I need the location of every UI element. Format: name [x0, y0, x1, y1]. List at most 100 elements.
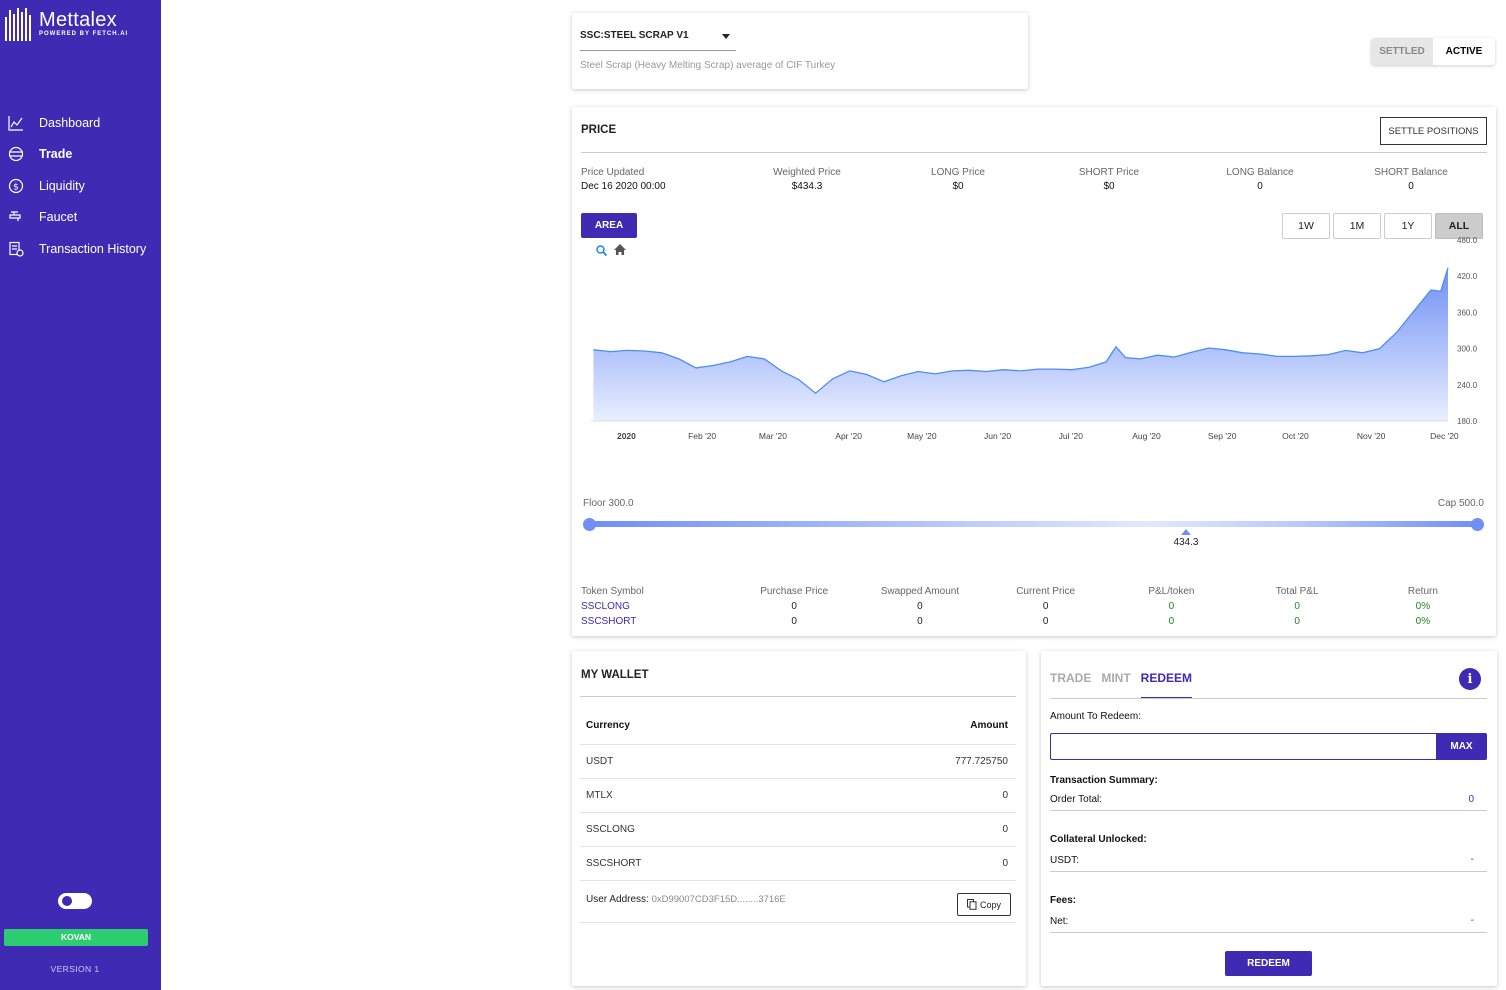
price-range-slider[interactable] — [589, 521, 1478, 527]
x-tick-label: 2020 — [617, 431, 636, 441]
chart-line-icon — [8, 115, 24, 131]
home-icon[interactable] — [614, 244, 626, 255]
x-tick-label: Mar '20 — [759, 431, 787, 441]
stat-long-balance: LONG Balance 0 — [1210, 167, 1310, 192]
floor-handle[interactable] — [583, 518, 596, 531]
order-total-value: 0 — [1468, 794, 1474, 805]
x-tick-label: Sep '20 — [1208, 431, 1237, 441]
divider — [1050, 810, 1487, 811]
redeem-amount-input[interactable] — [1050, 733, 1437, 760]
currency-cell: USDT — [586, 756, 614, 767]
table-cell: 0% — [1415, 616, 1431, 627]
amount-label: Amount To Redeem: — [1050, 711, 1141, 722]
y-tick-label: 240.0 — [1457, 381, 1478, 390]
stat-label: SHORT Balance — [1374, 167, 1448, 178]
column-header: Token Symbol — [581, 586, 644, 597]
tab-redeem[interactable]: REDEEM — [1140, 671, 1193, 699]
tab-mint[interactable]: MINT — [1101, 671, 1130, 699]
sidebar-item-label: Transaction History — [39, 241, 147, 256]
cap-handle[interactable] — [1471, 518, 1484, 531]
chart-type-area-button[interactable]: AREA — [581, 213, 637, 238]
usdt-label: USDT: — [1050, 855, 1079, 866]
column-header: P&L/token — [1148, 586, 1195, 597]
price-area-series — [593, 267, 1448, 421]
range-all-button[interactable]: ALL — [1435, 213, 1483, 239]
user-address: User Address: 0xD99007CD3F15D........371… — [586, 894, 786, 905]
market-select-value: SSC:STEEL SCRAP V1 — [580, 30, 689, 41]
stat-label: LONG Balance — [1226, 167, 1294, 178]
x-tick-label: May '20 — [907, 431, 937, 441]
sidebar-item-trade[interactable]: Trade — [0, 139, 161, 171]
divider — [1050, 698, 1487, 699]
sidebar-item-transaction-history[interactable]: Transaction History — [0, 233, 161, 265]
sidebar: Mettalex POWERED BY FETCH.AI Dashboard T… — [0, 0, 161, 990]
column-header: Amount — [970, 720, 1008, 731]
sidebar-nav: Dashboard Trade $ Liquidity Faucet Trans… — [0, 107, 161, 265]
table-cell: 0 — [1294, 601, 1300, 612]
settle-positions-button[interactable]: SETTLE POSITIONS — [1380, 117, 1487, 145]
active-toggle[interactable]: ACTIVE — [1433, 38, 1495, 65]
version-label: VERSION 1 — [50, 964, 100, 974]
chart-plot-area: 480.0 420.0 360.0 300.0 240.0 180.0 2020 Feb '2… — [591, 237, 1478, 441]
sidebar-item-dashboard[interactable]: Dashboard — [0, 107, 161, 139]
dollar-circle-icon: $ — [8, 178, 24, 194]
x-tick-label: Jul '20 — [1059, 431, 1084, 441]
trade-icon — [8, 146, 24, 162]
column-header: Total P&L — [1275, 586, 1319, 597]
brand-name: Mettalex — [39, 9, 117, 31]
table-row: SSCSHORT 0 0 0 0 0 0% — [581, 614, 1486, 629]
action-tabs: TRADE MINT REDEEM — [1050, 671, 1202, 699]
market-description: Steel Scrap (Heavy Melting Scrap) averag… — [580, 60, 836, 71]
table-cell: 0 — [1294, 616, 1300, 627]
brand-logo[interactable]: Mettalex POWERED BY FETCH.AI — [5, 8, 128, 41]
range-1w-button[interactable]: 1W — [1282, 213, 1330, 239]
column-header: Currency — [586, 720, 630, 731]
table-cell: 0% — [1415, 601, 1431, 612]
market-select[interactable]: SSC:STEEL SCRAP V1 — [580, 30, 736, 51]
price-card: PRICE SETTLE POSITIONS Price Updated Dec … — [572, 107, 1496, 636]
table-header: Token Symbol Purchase Price Swapped Amou… — [581, 584, 1486, 599]
stat-price-updated: Price Updated Dec 16 2020 00:00 — [581, 167, 666, 192]
info-icon[interactable]: i — [1459, 668, 1481, 690]
brand-tagline: POWERED BY FETCH.AI — [39, 31, 129, 37]
stat-label: Weighted Price — [773, 167, 841, 178]
column-header: Current Price — [1016, 586, 1076, 597]
sidebar-item-label: Trade — [39, 147, 73, 162]
y-tick-label: 420.0 — [1457, 272, 1478, 281]
stat-label: LONG Price — [931, 167, 985, 178]
token-link-sscshort[interactable]: SSCSHORT — [581, 616, 732, 627]
sidebar-item-liquidity[interactable]: $ Liquidity — [0, 170, 161, 202]
net-value: - — [1470, 915, 1474, 926]
sidebar-item-faucet[interactable]: Faucet — [0, 202, 161, 234]
redeem-card: TRADE MINT REDEEM i Amount To Redeem: MA… — [1041, 651, 1497, 986]
tab-trade[interactable]: TRADE — [1050, 671, 1091, 699]
column-header: Return — [1407, 586, 1438, 597]
net-label: Net: — [1050, 916, 1069, 927]
current-price-marker-label: 434.3 — [1173, 537, 1199, 548]
zoom-icon[interactable] — [596, 245, 608, 257]
sidebar-item-label: Faucet — [39, 210, 78, 225]
copy-address-button[interactable]: Copy — [957, 893, 1011, 916]
floor-label: Floor 300.0 — [583, 498, 634, 509]
settled-toggle[interactable]: SETTLED — [1371, 38, 1433, 65]
y-tick-label: 180.0 — [1457, 417, 1478, 426]
logo-bars-icon — [5, 8, 31, 41]
amount-cell: 777.725750 — [955, 756, 1008, 767]
stat-value: Dec 16 2020 00:00 — [581, 181, 666, 192]
range-1m-button[interactable]: 1M — [1333, 213, 1381, 239]
fees-title: Fees: — [1050, 895, 1077, 906]
stat-label: Price Updated — [581, 167, 645, 178]
redeem-button[interactable]: REDEEM — [1225, 951, 1312, 976]
price-chart[interactable]: 480.0 420.0 360.0 300.0 240.0 180.0 2020 Feb '2… — [572, 237, 1496, 467]
range-1y-button[interactable]: 1Y — [1384, 213, 1432, 239]
svg-text:$: $ — [13, 182, 19, 192]
price-title: PRICE — [581, 124, 617, 136]
token-link-ssclong[interactable]: SSCLONG — [581, 601, 732, 612]
max-button[interactable]: MAX — [1436, 733, 1487, 760]
theme-toggle[interactable] — [58, 893, 92, 909]
y-tick-label: 480.0 — [1457, 237, 1478, 245]
table-cell: 0 — [791, 616, 797, 627]
x-tick-label: Aug '20 — [1132, 431, 1161, 441]
wallet-title: MY WALLET — [581, 669, 649, 681]
amount-cell: 0 — [1002, 790, 1008, 801]
